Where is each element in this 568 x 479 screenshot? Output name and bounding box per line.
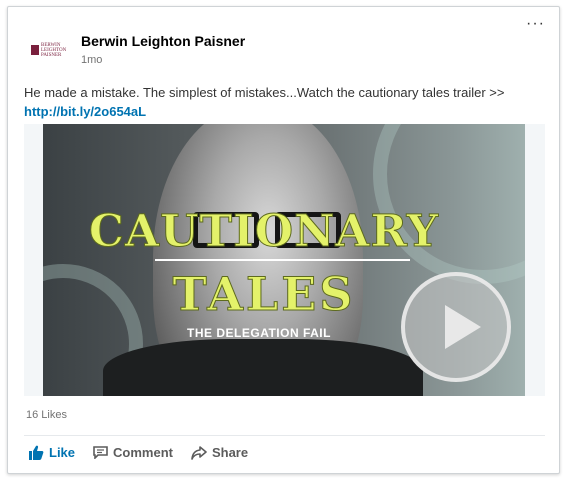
share-icon bbox=[191, 445, 207, 460]
author-name[interactable]: Berwin Leighton Paisner bbox=[81, 33, 245, 49]
share-button[interactable]: Share bbox=[191, 445, 248, 460]
like-label: Like bbox=[49, 445, 76, 460]
actions-divider bbox=[24, 435, 545, 436]
likes-count[interactable]: 16 Likes bbox=[26, 409, 67, 421]
more-options-button[interactable]: ··· bbox=[526, 16, 545, 32]
post-link[interactable]: http://bit.ly/2o654aL bbox=[24, 104, 146, 119]
action-bar: Like Comment Share bbox=[28, 445, 266, 460]
play-button[interactable] bbox=[401, 272, 511, 382]
comment-button[interactable]: Comment bbox=[93, 445, 173, 460]
share-label: Share bbox=[211, 445, 249, 460]
thumbs-up-icon bbox=[29, 445, 44, 460]
video-title-line-1: CAUTIONARY bbox=[88, 206, 440, 258]
person-suit bbox=[103, 339, 423, 396]
logo-mark bbox=[31, 45, 39, 55]
post-timestamp: 1mo bbox=[81, 54, 103, 66]
post-card: ··· BERWIN LEIGHTON PAISNER Berwin Leigh… bbox=[7, 6, 560, 474]
play-icon bbox=[445, 305, 481, 349]
media-container: CAUTIONARY TALES THE DELEGATION FAIL bbox=[24, 124, 545, 396]
logo-text: BERWIN LEIGHTON PAISNER bbox=[41, 42, 67, 58]
video-thumbnail[interactable]: CAUTIONARY TALES THE DELEGATION FAIL bbox=[43, 124, 525, 396]
comment-label: Comment bbox=[113, 445, 173, 460]
like-button[interactable]: Like bbox=[28, 445, 75, 460]
post-body: He made a mistake. The simplest of mista… bbox=[24, 83, 554, 121]
company-logo[interactable]: BERWIN LEIGHTON PAISNER bbox=[31, 39, 69, 61]
comment-icon bbox=[93, 446, 108, 459]
post-text: He made a mistake. The simplest of mista… bbox=[24, 85, 505, 100]
title-divider bbox=[155, 259, 410, 261]
